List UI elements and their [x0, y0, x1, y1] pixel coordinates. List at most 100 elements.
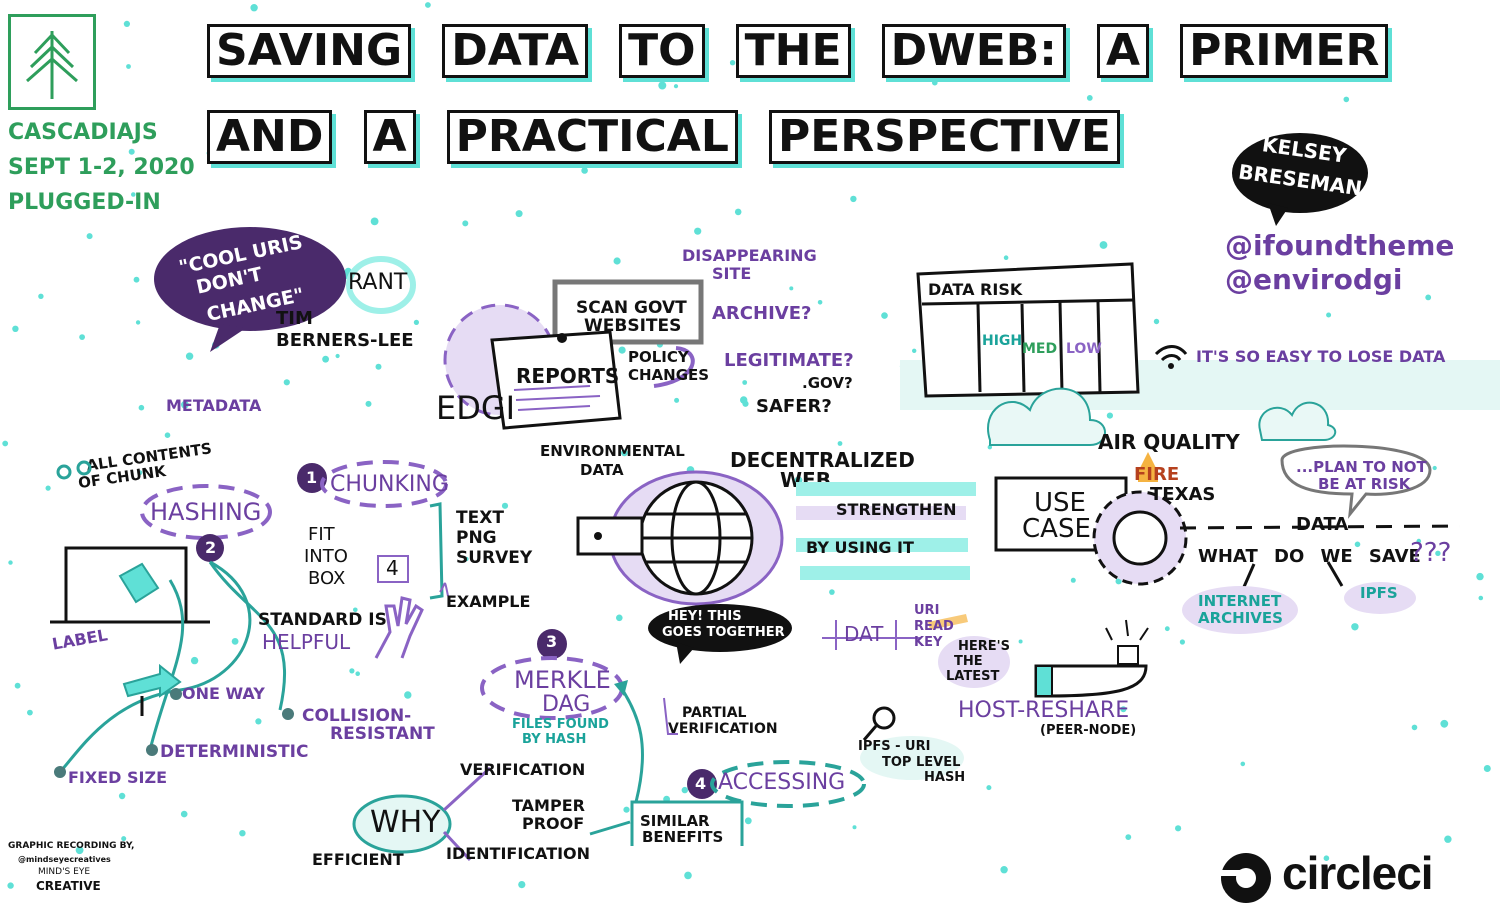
- confetti-dot: [742, 400, 749, 407]
- dat-label: DAT: [844, 622, 884, 646]
- accessing-label: ACCESSING: [718, 770, 846, 795]
- speaker-handle-1: @ifoundtheme: [1225, 229, 1455, 262]
- question-marks: ???: [1410, 538, 1452, 568]
- confetti-dot: [1000, 866, 1008, 874]
- similar-line-2: BENEFITS: [642, 828, 724, 846]
- ipfs-line-1: IPFS - URI: [858, 739, 931, 754]
- title-word: PRACTICAL: [446, 110, 738, 164]
- hey-line-1: HEY! THIS: [668, 609, 742, 624]
- scan-line-2: WEBSITES: [584, 316, 682, 336]
- metadata-label: METADATA: [166, 396, 262, 415]
- confetti-dot: [283, 379, 290, 386]
- title-word: AND: [207, 110, 333, 164]
- plan-line-2: BE AT RISK: [1318, 475, 1411, 493]
- rant-label: RANT: [348, 270, 408, 295]
- confetti-dot: [425, 2, 431, 8]
- confetti-dot: [742, 380, 748, 385]
- dat-uri: URI: [914, 603, 940, 618]
- confetti-dot: [1179, 639, 1185, 645]
- confetti-dot: [829, 589, 835, 595]
- event-format: PLUGGED-IN: [8, 190, 161, 215]
- use-case-line-1: USE: [1034, 488, 1086, 518]
- confetti-dot: [932, 79, 938, 86]
- confetti-dot: [789, 286, 794, 291]
- deterministic-label: DETERMINISTIC: [160, 742, 309, 762]
- credit-line-4: CREATIVE: [36, 879, 101, 893]
- confetti-dot: [128, 148, 135, 155]
- accessing-step: 4: [695, 774, 707, 793]
- confetti-dot: [694, 227, 702, 235]
- by-using-label: BY USING IT: [806, 538, 914, 557]
- chunk-into: INTO: [304, 546, 348, 567]
- chunking-label: CHUNKING: [330, 472, 449, 497]
- chunk-box-count: 4: [386, 556, 399, 580]
- env-line-1: ENVIRONMENTAL: [540, 442, 685, 460]
- confetti-dot: [365, 400, 372, 407]
- scan-line-1: SCAN GOVT: [576, 298, 687, 318]
- chunk-fit: FIT: [308, 524, 335, 545]
- confetti-dot: [2, 440, 9, 447]
- event-dates: SEPT 1-2, 2020: [8, 155, 195, 180]
- use-case-line-2: CASE: [1022, 514, 1091, 544]
- confetti-dot: [370, 217, 379, 226]
- files-line-1: FILES FOUND: [512, 717, 609, 732]
- quote-author-1: TIM: [276, 308, 313, 329]
- confetti-dot: [335, 353, 340, 359]
- confetti-dot: [518, 881, 526, 889]
- confetti-dot: [986, 785, 992, 791]
- collision-line-1: COLLISION-: [302, 706, 412, 726]
- confetti-dot: [413, 319, 419, 325]
- confetti-dot: [613, 257, 621, 265]
- chunk-type-text: TEXT: [456, 508, 504, 528]
- confetti-dot: [1343, 96, 1350, 103]
- strengthen-highlight: [796, 482, 976, 580]
- texas-label: TEXAS: [1150, 484, 1216, 505]
- title-word: SAVING: [207, 24, 412, 78]
- circleci-logo-icon: [1220, 853, 1271, 903]
- fixed-size-label: FIXED SIZE: [68, 768, 168, 787]
- confetti-dot: [1483, 765, 1491, 772]
- merkle-step: 3: [546, 632, 558, 651]
- plan-line-1: ...PLAN TO NOT: [1296, 458, 1427, 476]
- air-quality-label: AIR QUALITY: [1098, 430, 1240, 454]
- confetti-dot: [86, 233, 93, 240]
- data-risk-title: DATA RISK: [928, 280, 1023, 299]
- dat-key: KEY: [914, 635, 943, 650]
- confetti-dot: [1240, 761, 1246, 767]
- title-word: PERSPECTIVE: [769, 110, 1120, 164]
- identification-label: IDENTIFICATION: [446, 844, 591, 863]
- confetti-dot: [515, 210, 523, 218]
- tamper-line-2: PROOF: [522, 814, 585, 833]
- confetti-dot: [375, 363, 382, 370]
- title-word: DATA: [442, 24, 589, 78]
- risk-med: MED: [1022, 341, 1058, 357]
- confetti-dot: [38, 293, 44, 299]
- archive-label: ARCHIVE?: [712, 303, 812, 324]
- latest-line-1: HERE'S: [958, 639, 1010, 654]
- chunk-type-png: PNG: [456, 528, 497, 548]
- confetti-dot: [138, 404, 145, 411]
- confetti-dot: [180, 810, 188, 818]
- safer-label: SAFER?: [756, 396, 832, 417]
- confetti-dot: [1444, 835, 1452, 843]
- credit-line-3: MIND'S EYE: [38, 867, 91, 877]
- confetti-dot: [1125, 834, 1132, 840]
- gov-label: .GOV?: [802, 374, 853, 392]
- strengthen-label: STRENGTHEN: [836, 500, 957, 519]
- partial-line-2: VERIFICATION: [668, 721, 778, 737]
- confetti-dot: [1086, 95, 1093, 101]
- confetti-dot: [817, 300, 823, 305]
- peer-node-label: (PEER-NODE): [1040, 723, 1137, 738]
- confetti-dot: [135, 320, 141, 325]
- merkle-line-2: DAG: [542, 692, 591, 717]
- chunk-box: BOX: [308, 568, 346, 589]
- tamper-line-1: TAMPER: [512, 796, 585, 815]
- confetti-dot: [123, 20, 130, 27]
- hashing-label: HASHING: [150, 498, 262, 526]
- ipfs-line-3: HASH: [924, 770, 966, 785]
- event-logo: [8, 14, 96, 110]
- title-word: THE: [735, 24, 851, 78]
- title-line-2: AND A PRACTICAL PERSPECTIVE: [205, 110, 1122, 164]
- confetti-dot: [322, 355, 329, 363]
- similar-line-1: SIMILAR: [640, 812, 710, 830]
